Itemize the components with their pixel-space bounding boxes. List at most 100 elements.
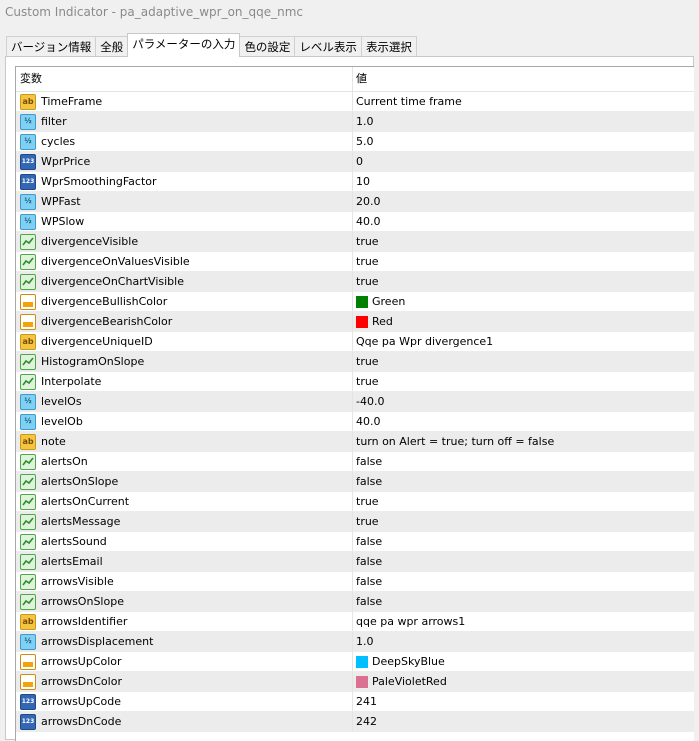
- table-row[interactable]: 123 arrowsDnCode 242: [16, 712, 694, 732]
- table-row[interactable]: Interpolate true: [16, 372, 694, 392]
- param-value-cell[interactable]: true: [353, 232, 694, 251]
- param-value-cell[interactable]: true: [353, 272, 694, 291]
- param-value-cell[interactable]: false: [353, 592, 694, 611]
- param-name-cell[interactable]: divergenceVisible: [16, 232, 353, 251]
- param-name-cell[interactable]: arrowsVisible: [16, 572, 353, 591]
- param-name-cell[interactable]: 123 WprPrice: [16, 152, 353, 171]
- column-header-variable[interactable]: 変数: [16, 67, 353, 91]
- param-value-cell[interactable]: false: [353, 452, 694, 471]
- table-row[interactable]: ½ filter 1.0: [16, 112, 694, 132]
- param-name-cell[interactable]: arrowsUpColor: [16, 652, 353, 671]
- table-row[interactable]: 123 arrowsUpCode 241: [16, 692, 694, 712]
- param-value-cell[interactable]: 5.0: [353, 132, 694, 151]
- param-name-cell[interactable]: alertsMessage: [16, 512, 353, 531]
- table-row[interactable]: divergenceVisible true: [16, 232, 694, 252]
- param-name-cell[interactable]: HistogramOnSlope: [16, 352, 353, 371]
- table-row[interactable]: arrowsVisible false: [16, 572, 694, 592]
- tab-2[interactable]: パラメーターの入力: [127, 33, 241, 57]
- table-row[interactable]: arrowsUpColor DeepSkyBlue: [16, 652, 694, 672]
- table-row[interactable]: ½ levelOs -40.0: [16, 392, 694, 412]
- param-name-cell[interactable]: divergenceOnChartVisible: [16, 272, 353, 291]
- param-value-cell[interactable]: false: [353, 572, 694, 591]
- table-row[interactable]: ½ WPSlow 40.0: [16, 212, 694, 232]
- param-value-cell[interactable]: false: [353, 552, 694, 571]
- param-name-cell[interactable]: ½ levelOs: [16, 392, 353, 411]
- table-row[interactable]: alertsOn false: [16, 452, 694, 472]
- table-row[interactable]: ab TimeFrame Current time frame: [16, 92, 694, 112]
- param-value-cell[interactable]: 241: [353, 692, 694, 711]
- param-value-cell[interactable]: true: [353, 252, 694, 271]
- param-value-cell[interactable]: 10: [353, 172, 694, 191]
- param-name-cell[interactable]: alertsOn: [16, 452, 353, 471]
- table-row[interactable]: ½ levelOb 40.0: [16, 412, 694, 432]
- table-row[interactable]: ab divergenceUniqueID Qqe pa Wpr divergenc…: [16, 332, 694, 352]
- table-row[interactable]: alertsMessage true: [16, 512, 694, 532]
- table-row[interactable]: alertsOnCurrent true: [16, 492, 694, 512]
- param-name-cell[interactable]: ab arrowsIdentifier: [16, 612, 353, 631]
- tab-0[interactable]: バージョン情報: [6, 36, 97, 57]
- param-value-cell[interactable]: Current time frame: [353, 92, 694, 111]
- param-value-cell[interactable]: false: [353, 472, 694, 491]
- table-row[interactable]: 123 WprSmoothingFactor 10: [16, 172, 694, 192]
- table-row[interactable]: divergenceBearishColor Red: [16, 312, 694, 332]
- table-row[interactable]: alertsEmail false: [16, 552, 694, 572]
- param-value-cell[interactable]: false: [353, 532, 694, 551]
- table-row[interactable]: ½ cycles 5.0: [16, 132, 694, 152]
- param-name-cell[interactable]: divergenceOnValuesVisible: [16, 252, 353, 271]
- table-row[interactable]: ½ WPFast 20.0: [16, 192, 694, 212]
- param-name-cell[interactable]: ab TimeFrame: [16, 92, 353, 111]
- param-name-cell[interactable]: Interpolate: [16, 372, 353, 391]
- param-name-cell[interactable]: ½ arrowsDisplacement: [16, 632, 353, 651]
- param-value-cell[interactable]: PaleVioletRed: [353, 672, 694, 691]
- param-name-cell[interactable]: 123 arrowsUpCode: [16, 692, 353, 711]
- table-row[interactable]: ½ arrowsDisplacement 1.0: [16, 632, 694, 652]
- tab-4[interactable]: レベル表示: [294, 36, 362, 57]
- tab-1[interactable]: 全般: [95, 36, 129, 57]
- table-row[interactable]: HistogramOnSlope true: [16, 352, 694, 372]
- param-value-cell[interactable]: true: [353, 352, 694, 371]
- param-name-cell[interactable]: alertsOnCurrent: [16, 492, 353, 511]
- param-name-cell[interactable]: 123 arrowsDnCode: [16, 712, 353, 731]
- table-row[interactable]: divergenceOnChartVisible true: [16, 272, 694, 292]
- param-value-cell[interactable]: 40.0: [353, 412, 694, 431]
- table-row[interactable]: divergenceOnValuesVisible true: [16, 252, 694, 272]
- tab-3[interactable]: 色の設定: [239, 36, 296, 57]
- param-value-cell[interactable]: turn on Alert = true; turn off = false: [353, 432, 694, 451]
- param-value-cell[interactable]: 0: [353, 152, 694, 171]
- param-name-cell[interactable]: arrowsOnSlope: [16, 592, 353, 611]
- param-value-cell[interactable]: -40.0: [353, 392, 694, 411]
- table-row[interactable]: ab note turn on Alert = true; turn off = f…: [16, 432, 694, 452]
- param-value-cell[interactable]: Qqe pa Wpr divergence1: [353, 332, 694, 351]
- param-name-cell[interactable]: divergenceBearishColor: [16, 312, 353, 331]
- param-name-cell[interactable]: alertsOnSlope: [16, 472, 353, 491]
- param-value-cell[interactable]: 40.0: [353, 212, 694, 231]
- param-name-cell[interactable]: ½ WPSlow: [16, 212, 353, 231]
- param-value-cell[interactable]: 1.0: [353, 112, 694, 131]
- param-name-cell[interactable]: ½ cycles: [16, 132, 353, 151]
- table-row[interactable]: 123 WprPrice 0: [16, 152, 694, 172]
- param-name-cell[interactable]: ½ levelOb: [16, 412, 353, 431]
- param-value-cell[interactable]: true: [353, 492, 694, 511]
- table-row[interactable]: arrowsDnColor PaleVioletRed: [16, 672, 694, 692]
- param-value-cell[interactable]: DeepSkyBlue: [353, 652, 694, 671]
- param-name-cell[interactable]: divergenceBullishColor: [16, 292, 353, 311]
- param-name-cell[interactable]: alertsEmail: [16, 552, 353, 571]
- table-row[interactable]: alertsSound false: [16, 532, 694, 552]
- param-name-cell[interactable]: ½ filter: [16, 112, 353, 131]
- table-row[interactable]: alertsOnSlope false: [16, 472, 694, 492]
- param-value-cell[interactable]: qqe pa wpr arrows1: [353, 612, 694, 631]
- param-name-cell[interactable]: alertsSound: [16, 532, 353, 551]
- param-value-cell[interactable]: 242: [353, 712, 694, 731]
- table-row[interactable]: arrowsOnSlope false: [16, 592, 694, 612]
- param-name-cell[interactable]: 123 WprSmoothingFactor: [16, 172, 353, 191]
- tab-5[interactable]: 表示選択: [360, 36, 417, 57]
- param-name-cell[interactable]: ab divergenceUniqueID: [16, 332, 353, 351]
- param-value-cell[interactable]: true: [353, 372, 694, 391]
- table-row[interactable]: divergenceBullishColor Green: [16, 292, 694, 312]
- param-value-cell[interactable]: Red: [353, 312, 694, 331]
- param-value-cell[interactable]: 20.0: [353, 192, 694, 211]
- param-name-cell[interactable]: ½ WPFast: [16, 192, 353, 211]
- column-header-value[interactable]: 値: [353, 67, 694, 91]
- param-value-cell[interactable]: true: [353, 512, 694, 531]
- param-name-cell[interactable]: ab note: [16, 432, 353, 451]
